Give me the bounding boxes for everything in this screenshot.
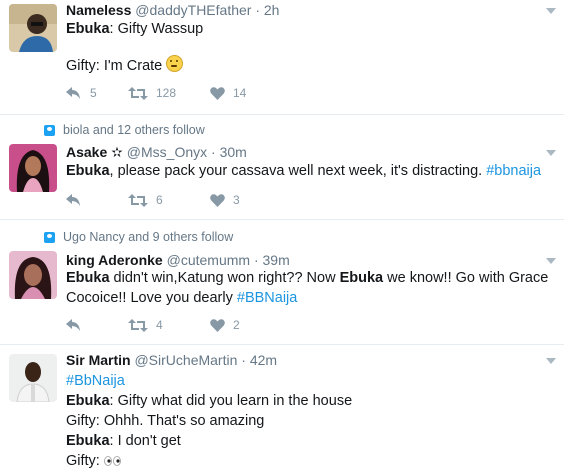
user-handle[interactable]: @Mss_Onyx [127, 144, 207, 160]
tweet[interactable]: Nameless @daddyTHEfather · 2h Ebuka: Gif… [0, 0, 564, 115]
tweet-header: king Aderonke @cutemumm · 39m [66, 252, 290, 268]
reply-icon [66, 87, 80, 99]
tweet-text: #BbNaija Ebuka: Gifty what did you learn… [66, 371, 556, 471]
like-count: 14 [233, 86, 247, 100]
text: , please pack your cassava well next wee… [109, 163, 487, 179]
timestamp[interactable]: · 30m [211, 144, 247, 160]
user-handle[interactable]: @SirUcheMartin [134, 352, 237, 368]
user-handle[interactable]: @cutemumm [167, 252, 250, 268]
timestamp[interactable]: · 42m [241, 352, 277, 368]
eyes-emoji-icon [103, 456, 121, 467]
hashtag-link[interactable]: #BbNaija [66, 373, 125, 389]
avatar[interactable] [9, 144, 57, 192]
avatar[interactable] [9, 354, 57, 402]
social-context: Ugo Nancy and 9 others follow [44, 230, 233, 244]
tweet[interactable]: Ugo Nancy and 9 others follow king Adero… [0, 220, 564, 345]
text: didn't win,Katung won right?? Now [109, 270, 340, 286]
retweet-icon [128, 318, 148, 332]
like-button[interactable]: 2 [210, 318, 240, 332]
retweet-icon [128, 193, 148, 207]
tweet-actions: 6 3 [66, 193, 240, 207]
like-button[interactable]: 14 [210, 86, 246, 100]
reply-button[interactable]: 5 [66, 86, 128, 100]
retweet-count: 128 [156, 86, 177, 100]
display-name[interactable]: Asake [66, 144, 107, 160]
chevron-down-icon[interactable] [546, 358, 556, 364]
display-name[interactable]: Nameless [66, 2, 131, 18]
display-name[interactable]: king Aderonke [66, 252, 163, 268]
tweet-header: Sir Martin @SirUcheMartin · 42m [66, 352, 277, 368]
tweet[interactable]: biola and 12 others follow Asake ✫ @Mss_… [0, 115, 564, 220]
text: Cocoice!! Love you dearly [66, 290, 237, 306]
hashtag-link[interactable]: #bbnaija [486, 163, 541, 179]
heart-icon [210, 318, 225, 332]
hashtag-link[interactable]: #BBNaija [237, 290, 297, 306]
avatar[interactable] [9, 251, 57, 299]
reply-icon [66, 194, 80, 206]
text: : I don't get [109, 433, 181, 449]
tweet[interactable]: Sir Martin @SirUcheMartin · 42m #BbNaija… [0, 345, 564, 469]
star-icon: ✫ [111, 144, 123, 160]
timestamp[interactable]: · 2h [255, 2, 279, 18]
avatar[interactable] [9, 4, 57, 52]
follow-context-icon [44, 124, 55, 136]
text: Gifty: I'm Crate [66, 58, 167, 74]
chevron-down-icon[interactable] [546, 150, 556, 156]
reply-count: 5 [90, 86, 97, 100]
text: : Gifty Wassup [109, 21, 204, 37]
tweet-header: Nameless @daddyTHEfather · 2h [66, 2, 279, 18]
tweet-text: Ebuka didn't win,Katung won right?? Now … [66, 268, 556, 308]
retweet-icon [128, 86, 148, 100]
tweet-text: Ebuka, please pack your cassava well nex… [66, 161, 556, 181]
mention-bold: Ebuka [66, 21, 110, 37]
text: Gifty: Ohhh. That's so amazing [66, 413, 265, 429]
social-context: biola and 12 others follow [44, 123, 205, 137]
retweet-button[interactable]: 4 [128, 318, 210, 332]
heart-icon [210, 86, 225, 100]
reply-icon [66, 319, 80, 331]
chevron-down-icon[interactable] [546, 258, 556, 264]
reply-button[interactable] [66, 319, 128, 331]
tweet-actions: 4 2 [66, 318, 240, 332]
display-name[interactable]: Sir Martin [66, 352, 131, 368]
like-button[interactable]: 3 [210, 193, 240, 207]
tweet-header: Asake ✫ @Mss_Onyx · 30m [66, 144, 247, 161]
retweet-button[interactable]: 6 [128, 193, 210, 207]
text: we know!! Go with Grace [383, 270, 549, 286]
retweet-button[interactable]: 128 [128, 86, 210, 100]
heart-icon [210, 193, 225, 207]
social-context-text[interactable]: Ugo Nancy and 9 others follow [63, 230, 233, 244]
follow-context-icon [44, 231, 55, 243]
like-count: 2 [233, 318, 240, 332]
reply-button[interactable] [66, 194, 128, 206]
retweet-count: 4 [156, 318, 163, 332]
mention-bold: Ebuka [66, 393, 110, 409]
mention-bold: Ebuka [339, 270, 384, 286]
retweet-count: 6 [156, 193, 163, 207]
social-context-text[interactable]: biola and 12 others follow [63, 123, 205, 137]
mention-bold: Ebuka [66, 163, 110, 179]
tweet-actions: 5 128 14 [66, 86, 246, 100]
like-count: 3 [233, 193, 240, 207]
timestamp[interactable]: · 39m [254, 252, 290, 268]
tweet-text: Ebuka: Gifty Wassup Gifty: I'm Crate [66, 19, 556, 76]
emoji-icon [166, 55, 184, 72]
chevron-down-icon[interactable] [546, 8, 556, 14]
mention-bold: Ebuka [66, 433, 110, 449]
mention-bold: Ebuka [66, 270, 110, 286]
user-handle[interactable]: @daddyTHEfather [135, 2, 251, 18]
text: : Gifty what did you learn in the house [109, 393, 353, 409]
